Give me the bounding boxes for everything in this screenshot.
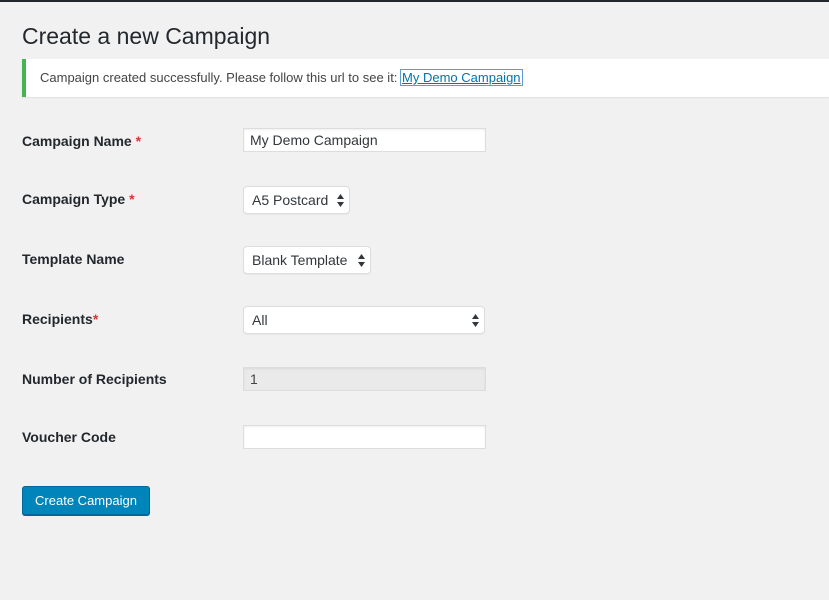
number-of-recipients-label: Number of Recipients [22,369,167,389]
select-arrows-icon [472,314,479,327]
voucher-code-label-text: Voucher Code [22,429,116,445]
select-arrows-icon [358,254,365,267]
campaign-type-label-text: Campaign Type [22,191,126,207]
required-marker: * [129,191,135,207]
number-of-recipients-label-text: Number of Recipients [22,371,167,387]
required-marker: * [92,311,99,327]
select-arrows-icon [337,194,344,207]
create-campaign-button[interactable]: Create Campaign [22,486,150,515]
voucher-code-input[interactable] [243,425,486,449]
notice-message: Campaign created successfully. Please fo… [40,70,402,85]
recipients-select[interactable]: All [243,306,485,334]
campaign-link[interactable]: My Demo Campaign [400,69,523,86]
campaign-type-selected-value: A5 Postcard [252,192,329,208]
template-name-select[interactable]: Blank Template [243,246,371,274]
campaign-name-label-text: Campaign Name [22,133,132,149]
admin-top-bar [0,0,829,2]
voucher-code-label: Voucher Code [22,427,116,447]
template-name-label-text: Template Name [22,251,125,267]
campaign-name-input[interactable] [243,128,486,152]
success-notice: Campaign created successfully. Please fo… [22,59,829,97]
recipients-label-text: Recipients [22,311,93,327]
number-of-recipients-field [243,367,486,391]
campaign-type-select[interactable]: A5 Postcard [243,186,350,214]
campaign-type-label: Campaign Type * [22,189,135,209]
recipients-selected-value: All [252,312,268,328]
campaign-name-label: Campaign Name * [22,131,141,151]
template-name-label: Template Name [22,249,124,269]
recipients-label: Recipients* [22,309,98,329]
page-title: Create a new Campaign [22,23,271,49]
required-marker: * [135,133,142,149]
template-name-selected-value: Blank Template [252,252,348,268]
